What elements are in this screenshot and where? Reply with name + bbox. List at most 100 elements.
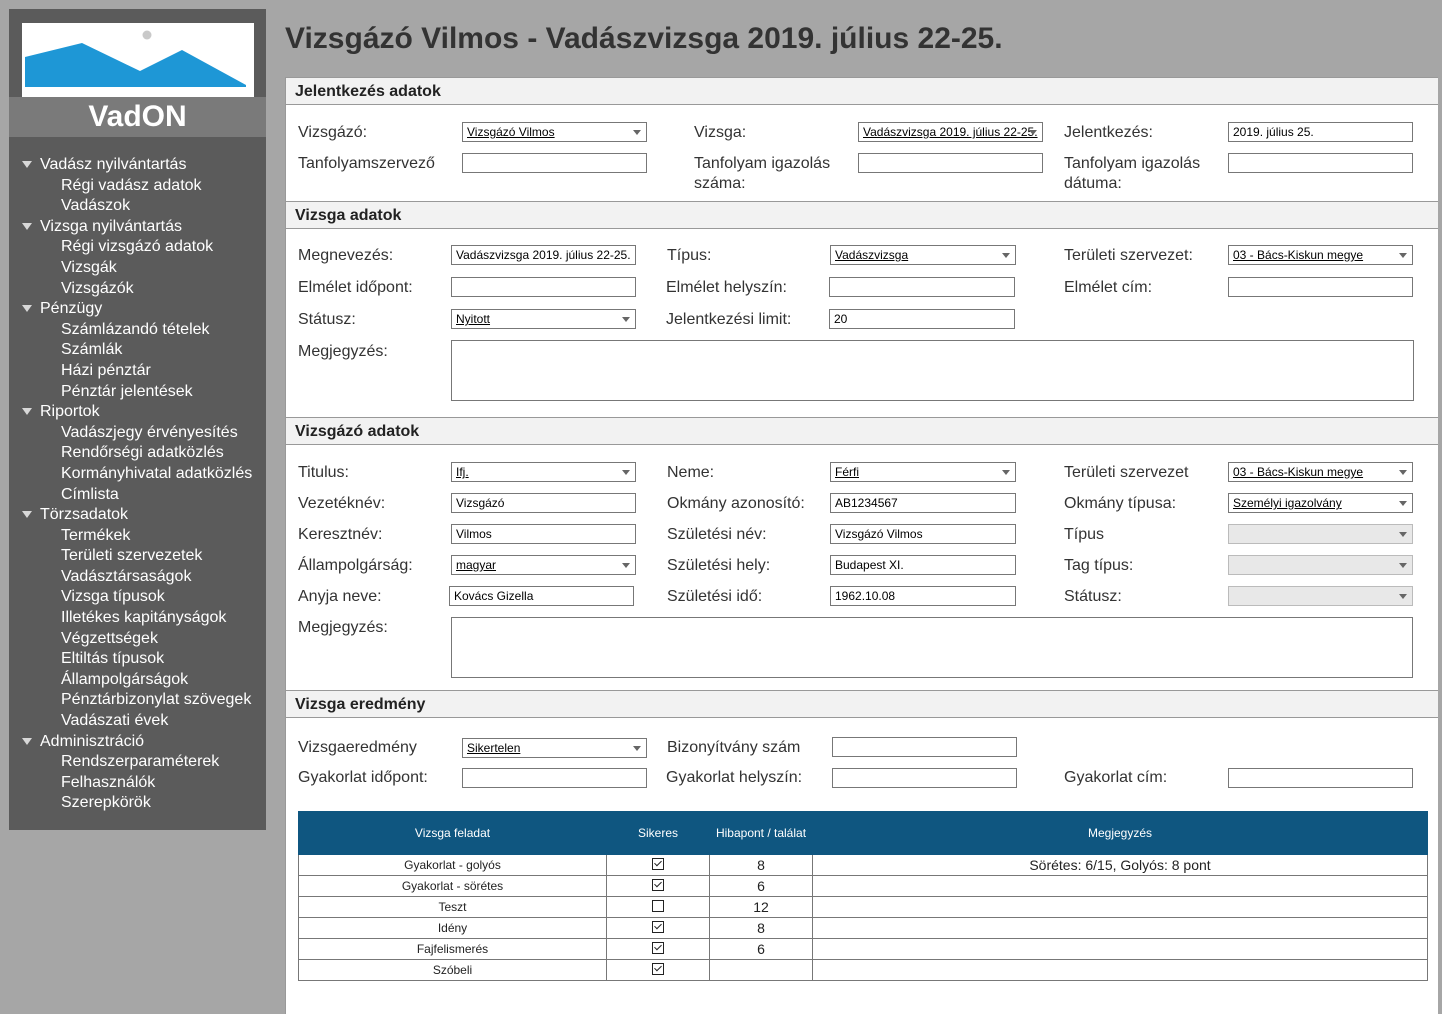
sidebar-item[interactable]: Vadászati évek: [21, 711, 271, 732]
sidebar-item[interactable]: Régi vizsgázó adatok: [21, 237, 271, 258]
section-header-jelentkezes: Jelentkezés adatok: [286, 77, 1438, 105]
sidebar-item[interactable]: Vadásztársaságok: [21, 567, 271, 588]
table-row[interactable]: Idény 8: [298, 917, 1428, 939]
vizsga-teruleti-szervezet-select[interactable]: 03 - Bács-Kiskun megye: [1228, 245, 1413, 265]
sidebar-item[interactable]: Termékek: [21, 526, 271, 547]
chevron-down-icon: [1399, 470, 1407, 475]
sidebar-item[interactable]: Házi pénztár: [21, 361, 271, 382]
checked-checkbox[interactable]: [652, 858, 664, 870]
tanfolyam-igazolas-datuma-label-2: dátuma:: [1064, 175, 1122, 192]
sidebar-item[interactable]: Pénztárbizonylat szövegek: [21, 690, 271, 711]
table-row[interactable]: Fajfelismerés 6: [298, 938, 1428, 960]
vizsgazo-label: Vizsgázó:: [298, 124, 368, 141]
tanfolyamszervezo-field[interactable]: [462, 153, 647, 173]
vezeteknev-label: Vezetéknév:: [298, 495, 386, 512]
sidebar-group[interactable]: Adminisztráció: [21, 732, 271, 753]
jelentkezesi-limit-field[interactable]: 20: [829, 309, 1015, 329]
anyja-neve-field[interactable]: Kovács Gizella: [449, 586, 634, 606]
vizsgazo-megjegyzes-textarea[interactable]: [451, 617, 1413, 678]
sidebar-group[interactable]: Riportok: [21, 402, 271, 423]
sidebar-item[interactable]: Vizsga típusok: [21, 587, 271, 608]
neme-select[interactable]: Férfi: [830, 462, 1016, 482]
sidebar-item[interactable]: Felhasználók: [21, 773, 271, 794]
sidebar-item[interactable]: Pénztár jelentések: [21, 382, 271, 403]
vizsga-select[interactable]: Vadászvizsga 2019. július 22-25.: [858, 122, 1043, 142]
szuletesi-hely-field[interactable]: Budapest XI.: [830, 555, 1016, 575]
sidebar-item[interactable]: Számlázandó tételek: [21, 320, 271, 341]
vizsgazo-tipus-select[interactable]: [1228, 524, 1413, 544]
vizsgazo-teruleti-value: 03 - Bács-Kiskun megye: [1233, 465, 1364, 479]
gyakorlat-helyszin-field[interactable]: [832, 768, 1017, 788]
sidebar-group[interactable]: Pénzügy: [21, 299, 271, 320]
header-megjegyzes[interactable]: Megjegyzés: [812, 811, 1428, 855]
vizsga-tipus-select[interactable]: Vadászvizsga: [830, 245, 1016, 265]
sidebar-item[interactable]: Rendőrségi adatközlés: [21, 443, 271, 464]
vizsga-statusz-select[interactable]: Nyitott: [451, 309, 636, 329]
vizsga-megjegyzes-label: Megjegyzés:: [298, 343, 388, 360]
titulus-select[interactable]: Ifj.: [451, 462, 636, 482]
megnevezes-field[interactable]: Vadászvizsga 2019. július 22-25.: [451, 245, 636, 265]
vizsgazo-teruleti-label: Területi szervezet: [1064, 464, 1189, 481]
sidebar-item[interactable]: Eltiltás típusok: [21, 649, 271, 670]
sidebar-group-label: Pénzügy: [40, 300, 103, 318]
okmany-tipusa-select[interactable]: Személyi igazolvány: [1228, 493, 1413, 513]
gyakorlat-cim-field[interactable]: [1228, 768, 1413, 788]
allampolgarsag-select[interactable]: magyar: [451, 555, 636, 575]
sidebar-item[interactable]: Kormányhivatal adatközlés: [21, 464, 271, 485]
okmany-azonosito-field[interactable]: AB1234567: [830, 493, 1016, 513]
megnevezes-label: Megnevezés:: [298, 247, 394, 264]
vizsgazo-megjegyzes-label: Megjegyzés:: [298, 619, 388, 636]
sidebar-item[interactable]: Vadászok: [21, 196, 271, 217]
bizonyitvany-szam-field[interactable]: [832, 737, 1017, 757]
keresztnev-field[interactable]: Vilmos: [451, 524, 636, 544]
cell-megjegyzes: [812, 917, 1428, 939]
vizsgazo-select[interactable]: Vizsgázó Vilmos: [462, 122, 647, 142]
elmelet-cim-field[interactable]: [1228, 277, 1413, 297]
gyakorlat-idopont-field[interactable]: [462, 768, 647, 788]
header-vizsga-feladat[interactable]: Vizsga feladat: [298, 811, 607, 855]
checked-checkbox[interactable]: [652, 942, 664, 954]
sidebar-item[interactable]: Címlista: [21, 485, 271, 506]
tanfolyam-igazolas-datuma-field[interactable]: [1228, 153, 1413, 173]
sidebar-item[interactable]: Régi vadász adatok: [21, 176, 271, 197]
mountain-logo[interactable]: [22, 23, 254, 99]
sidebar-group[interactable]: Törzsadatok: [21, 505, 271, 526]
checked-checkbox[interactable]: [652, 879, 664, 891]
sidebar-item[interactable]: Végzettségek: [21, 629, 271, 650]
szuletesi-nev-field[interactable]: Vizsgázó Vilmos: [830, 524, 1016, 544]
results-table: Vizsga feladat Sikeres Hibapont / talála…: [298, 811, 1428, 981]
sidebar-item[interactable]: Vizsgák: [21, 258, 271, 279]
sidebar-item[interactable]: Rendszerparaméterek: [21, 752, 271, 773]
table-row[interactable]: Gyakorlat - golyós 8 Sörétes: 6/15, Golyós…: [298, 854, 1428, 876]
tanfolyam-igazolas-szama-field[interactable]: [858, 153, 1043, 173]
caret-down-icon: [22, 222, 32, 230]
vizsga-megjegyzes-textarea[interactable]: [451, 340, 1414, 401]
szuletesi-ido-field[interactable]: 1962.10.08: [830, 586, 1016, 606]
tag-tipus-select[interactable]: [1228, 555, 1413, 575]
elmelet-helyszin-field[interactable]: [829, 277, 1015, 297]
sidebar-item[interactable]: Vizsgázók: [21, 279, 271, 300]
vizsgaeredmeny-select[interactable]: Sikertelen: [462, 738, 647, 758]
jelentkezes-date-field[interactable]: 2019. július 25.: [1228, 122, 1413, 142]
sidebar-item[interactable]: Szerepkörök: [21, 793, 271, 814]
checked-checkbox[interactable]: [652, 963, 664, 975]
vezeteknev-field[interactable]: Vizsgázó: [451, 493, 636, 513]
vizsgazo-teruleti-select[interactable]: 03 - Bács-Kiskun megye: [1228, 462, 1413, 482]
sidebar-group[interactable]: Vizsga nyilvántartás: [21, 217, 271, 238]
unchecked-checkbox[interactable]: [652, 900, 664, 912]
jelentkezesi-limit-label: Jelentkezési limit:: [666, 311, 792, 328]
elmelet-idopont-field[interactable]: [451, 277, 636, 297]
table-row[interactable]: Szóbeli: [298, 959, 1428, 981]
sidebar-group[interactable]: Vadász nyilvántartás: [21, 155, 271, 176]
vizsgazo-statusz-select[interactable]: [1228, 586, 1413, 606]
header-sikeres[interactable]: Sikeres: [606, 811, 710, 855]
sidebar-item[interactable]: Területi szervezetek: [21, 546, 271, 567]
sidebar-item[interactable]: Vadászjegy érvényesítés: [21, 423, 271, 444]
sidebar-item[interactable]: Számlák: [21, 340, 271, 361]
sidebar-item[interactable]: Állampolgárságok: [21, 670, 271, 691]
table-row[interactable]: Gyakorlat - sörétes 6: [298, 875, 1428, 897]
checked-checkbox[interactable]: [652, 921, 664, 933]
header-hibapont[interactable]: Hibapont / találat: [709, 811, 813, 855]
sidebar-item[interactable]: Illetékes kapitányságok: [21, 608, 271, 629]
table-row[interactable]: Teszt 12: [298, 896, 1428, 918]
